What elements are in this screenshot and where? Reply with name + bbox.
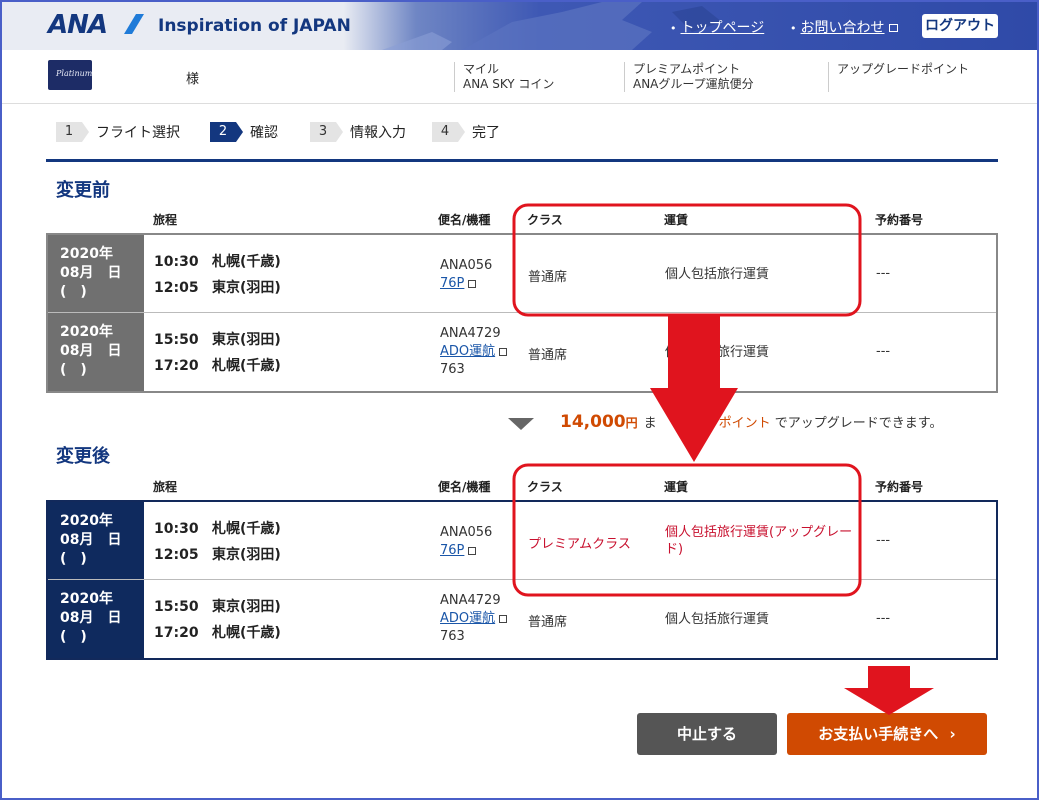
step-info-input: 3 情報入力 (310, 120, 406, 144)
class-cell-upgraded: プレミアムクラス (528, 537, 631, 552)
after-change-title: 変更後 (56, 446, 110, 467)
fare-cell: 個人包括旅行運賃 (665, 612, 770, 627)
table-row: 2020年 08月 日( ) 10:30 札幌(千歳) 12:05 東京(羽田) AN… (48, 502, 996, 580)
reservation-cell: --- (876, 266, 891, 281)
col-itinerary: 旅程 (153, 480, 178, 494)
before-flights-table: 2020年 08月 日( ) 10:30 札幌(千歳) 12:05 東京(羽田) AN… (46, 233, 998, 393)
date-cell: 2020年 08月 日( ) (48, 502, 144, 579)
class-cell: 普通席 (528, 348, 568, 363)
col-fare: 運賃 (664, 213, 689, 227)
external-window-icon (468, 279, 477, 288)
col-reservation: 予約番号 (875, 480, 924, 494)
col-flight: 便名/機種 (438, 213, 491, 227)
class-cell: 普通席 (528, 270, 568, 285)
member-honorific: 様 (186, 72, 200, 87)
after-flights-table: 2020年 08月 日( ) 10:30 札幌(千歳) 12:05 東京(羽田) AN… (46, 500, 998, 660)
logout-button[interactable]: ログアウト (922, 14, 998, 38)
itinerary-cell: 15:50 東京(羽田) 17:20 札幌(千歳) (154, 332, 281, 374)
step-confirm: 2 確認 (210, 120, 278, 144)
ana-logo-stripe-icon (124, 14, 144, 34)
reservation-cell: --- (876, 611, 891, 626)
col-fare: 運賃 (664, 480, 689, 494)
membership-card-icon: Platinum (48, 60, 92, 90)
table-row: 2020年 08月 日( ) 10:30 札幌(千歳) 12:05 東京(羽田) AN… (48, 235, 996, 313)
step-complete: 4 完了 (432, 120, 500, 144)
operator-link[interactable]: ADO運航 (440, 611, 495, 626)
aircraft-link[interactable]: 76P (440, 276, 464, 291)
upgrade-points-column: アップグレードポイント (828, 62, 969, 92)
external-window-icon (499, 614, 508, 623)
external-window-icon (888, 24, 898, 32)
upgrade-message: 14,000円まポイント でアップグレードできます。 (560, 412, 943, 432)
date-cell: 2020年 08月 日( ) (48, 580, 144, 658)
bullet-icon: • (670, 22, 677, 35)
external-window-icon (499, 347, 508, 356)
nav-contact-link[interactable]: • お問い合わせ (790, 17, 898, 37)
brand-tagline: Inspiration of JAPAN (158, 16, 351, 36)
table-row: 2020年 08月 日( ) 15:50 東京(羽田) 17:20 札幌(千歳) AN… (48, 580, 996, 658)
step-flight-selection: 1 フライト選択 (56, 120, 180, 144)
col-itinerary: 旅程 (153, 213, 178, 227)
col-reservation: 予約番号 (875, 213, 924, 227)
fare-cell: 個人包括旅行運賃 (665, 267, 770, 282)
flight-cell: ANA056 76P (440, 525, 493, 558)
flight-cell: ANA056 76P (440, 258, 493, 291)
class-cell: 普通席 (528, 615, 568, 630)
member-info-bar: Platinum 様 マイル ANA SKY コイン プレミアムポイント ANAグル… (2, 50, 1037, 104)
nav-top-page-link[interactable]: • トップページ (670, 17, 764, 37)
site-header: ANA Inspiration of JAPAN • トップページ • お問い合わせ… (2, 2, 1037, 50)
premium-points-column: プレミアムポイント ANAグループ運航便分 (624, 62, 754, 92)
down-triangle-icon (508, 418, 534, 430)
date-cell: 2020年 08月 日( ) (48, 235, 144, 312)
chevron-right-icon: › (949, 725, 956, 743)
date-cell: 2020年 08月 日( ) (48, 313, 144, 391)
flight-cell: ANA4729 ADO運航 763 (440, 592, 508, 646)
section-divider (46, 159, 998, 162)
col-class: クラス (527, 213, 563, 227)
table-row: 2020年 08月 日( ) 15:50 東京(羽田) 17:20 札幌(千歳) AN… (48, 313, 996, 391)
cancel-button[interactable]: 中止する (637, 713, 777, 755)
aircraft-link[interactable]: 76P (440, 543, 464, 558)
reservation-cell: --- (876, 533, 891, 548)
bullet-icon: • (790, 22, 797, 35)
flight-cell: ANA4729 ADO運航 763 (440, 325, 508, 379)
before-change-title: 変更前 (56, 180, 110, 201)
ana-logo[interactable]: ANA (48, 10, 108, 40)
itinerary-cell: 15:50 東京(羽田) 17:20 札幌(千歳) (154, 599, 281, 641)
fare-cell: 個人包括旅行運賃 (665, 345, 770, 360)
external-window-icon (468, 546, 477, 555)
miles-column: マイル ANA SKY コイン (454, 62, 554, 92)
operator-link[interactable]: ADO運航 (440, 344, 495, 359)
itinerary-cell: 10:30 札幌(千歳) 12:05 東京(羽田) (154, 521, 281, 563)
col-class: クラス (527, 480, 563, 494)
col-flight: 便名/機種 (438, 480, 491, 494)
reservation-cell: --- (876, 344, 891, 359)
itinerary-cell: 10:30 札幌(千歳) 12:05 東京(羽田) (154, 254, 281, 296)
fare-cell-upgraded: 個人包括旅行運賃(アップグレード) (665, 525, 853, 557)
proceed-to-payment-button[interactable]: お支払い手続きへ › (787, 713, 987, 755)
